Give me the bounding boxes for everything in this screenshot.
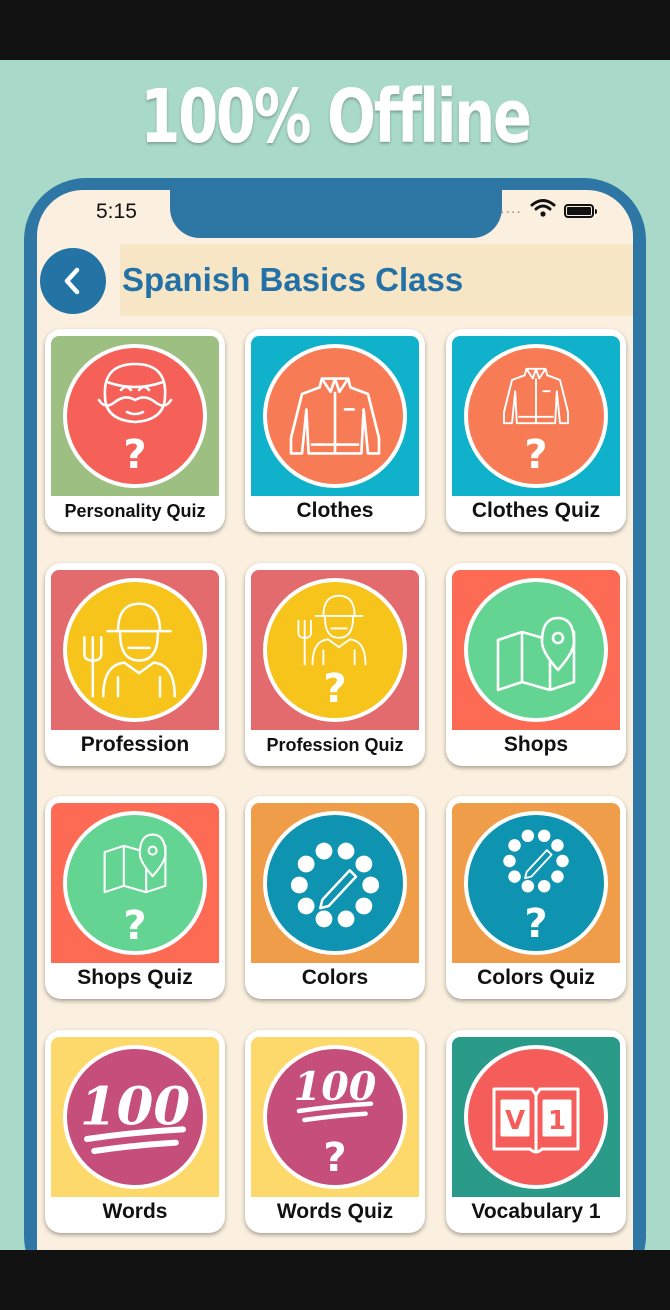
lesson-tile-label: Colors xyxy=(301,966,369,989)
svg-text:?: ? xyxy=(323,666,346,712)
lesson-tile[interactable]: V 1 Vocabulary 1 xyxy=(446,1030,626,1233)
svg-text:1: 1 xyxy=(548,1106,566,1136)
page-title: Spanish Basics Class xyxy=(122,261,464,298)
farmer-icon xyxy=(51,570,219,730)
hundred-points-icon: 100 xyxy=(51,1037,219,1197)
status-time: 5:15 xyxy=(96,200,137,223)
svg-text:?: ? xyxy=(123,903,146,949)
lesson-tile-label: Clothes xyxy=(296,499,374,522)
svg-text:V: V xyxy=(505,1106,525,1136)
jacket-question-icon: ? xyxy=(452,336,620,496)
lesson-tile[interactable]: ? Clothes Quiz xyxy=(446,329,626,532)
lesson-tile[interactable]: Profession xyxy=(45,563,225,766)
chevron-left-icon xyxy=(64,267,80,295)
status-icons: .... xyxy=(500,197,610,226)
map-pin-question-icon: ? xyxy=(51,803,219,963)
headline: 100% Offline xyxy=(140,74,532,160)
farmer-question-icon: ? xyxy=(251,570,419,730)
lesson-tile-label: Clothes Quiz xyxy=(471,499,601,522)
lesson-tile-label: Personality Quiz xyxy=(64,501,206,521)
lesson-tile-label: Words xyxy=(102,1200,168,1223)
lesson-tile-label: Profession xyxy=(80,733,190,756)
mustache-face-question-icon: ? xyxy=(51,336,219,496)
jacket-icon xyxy=(251,336,419,496)
svg-text:?: ? xyxy=(123,432,146,478)
svg-text:?: ? xyxy=(524,432,547,478)
lesson-tile-label: Words Quiz xyxy=(276,1200,394,1223)
vocabulary-book-icon: V 1 xyxy=(452,1037,620,1197)
svg-text:?: ? xyxy=(524,901,547,947)
lesson-tile-label: Vocabulary 1 xyxy=(471,1200,601,1223)
lesson-tile[interactable]: 100 ? Words Quiz xyxy=(245,1030,425,1233)
signal-icon: .... xyxy=(500,200,522,217)
wifi-icon xyxy=(530,197,556,224)
lesson-tile[interactable]: ? Personality Quiz xyxy=(45,329,225,532)
lesson-tile-label: Colors Quiz xyxy=(477,966,595,989)
back-button[interactable] xyxy=(40,248,106,314)
lesson-tile[interactable]: ? Colors Quiz xyxy=(446,796,626,999)
battery-icon xyxy=(564,204,597,218)
lesson-tile-label: Shops xyxy=(503,733,569,756)
lesson-tile[interactable]: ? Profession Quiz xyxy=(245,563,425,766)
lesson-tile-label: Shops Quiz xyxy=(77,966,193,989)
phone-notch xyxy=(170,184,502,238)
hundred-points-question-icon: 100 ? xyxy=(251,1037,419,1197)
map-pin-icon xyxy=(452,570,620,730)
lesson-tile[interactable]: Clothes xyxy=(245,329,425,532)
top-black-bar xyxy=(0,0,670,60)
palette-pencil-question-icon: ? xyxy=(452,803,620,963)
palette-pencil-icon xyxy=(251,803,419,963)
lesson-tile[interactable]: Shops xyxy=(446,563,626,766)
lesson-tile[interactable]: ? Shops Quiz xyxy=(45,796,225,999)
bottom-black-bar xyxy=(0,1250,670,1310)
svg-text:?: ? xyxy=(323,1135,346,1181)
lesson-tile[interactable]: Colors xyxy=(245,796,425,999)
lesson-tile[interactable]: 100 Words xyxy=(45,1030,225,1233)
lesson-tile-label: Profession Quiz xyxy=(266,735,404,755)
